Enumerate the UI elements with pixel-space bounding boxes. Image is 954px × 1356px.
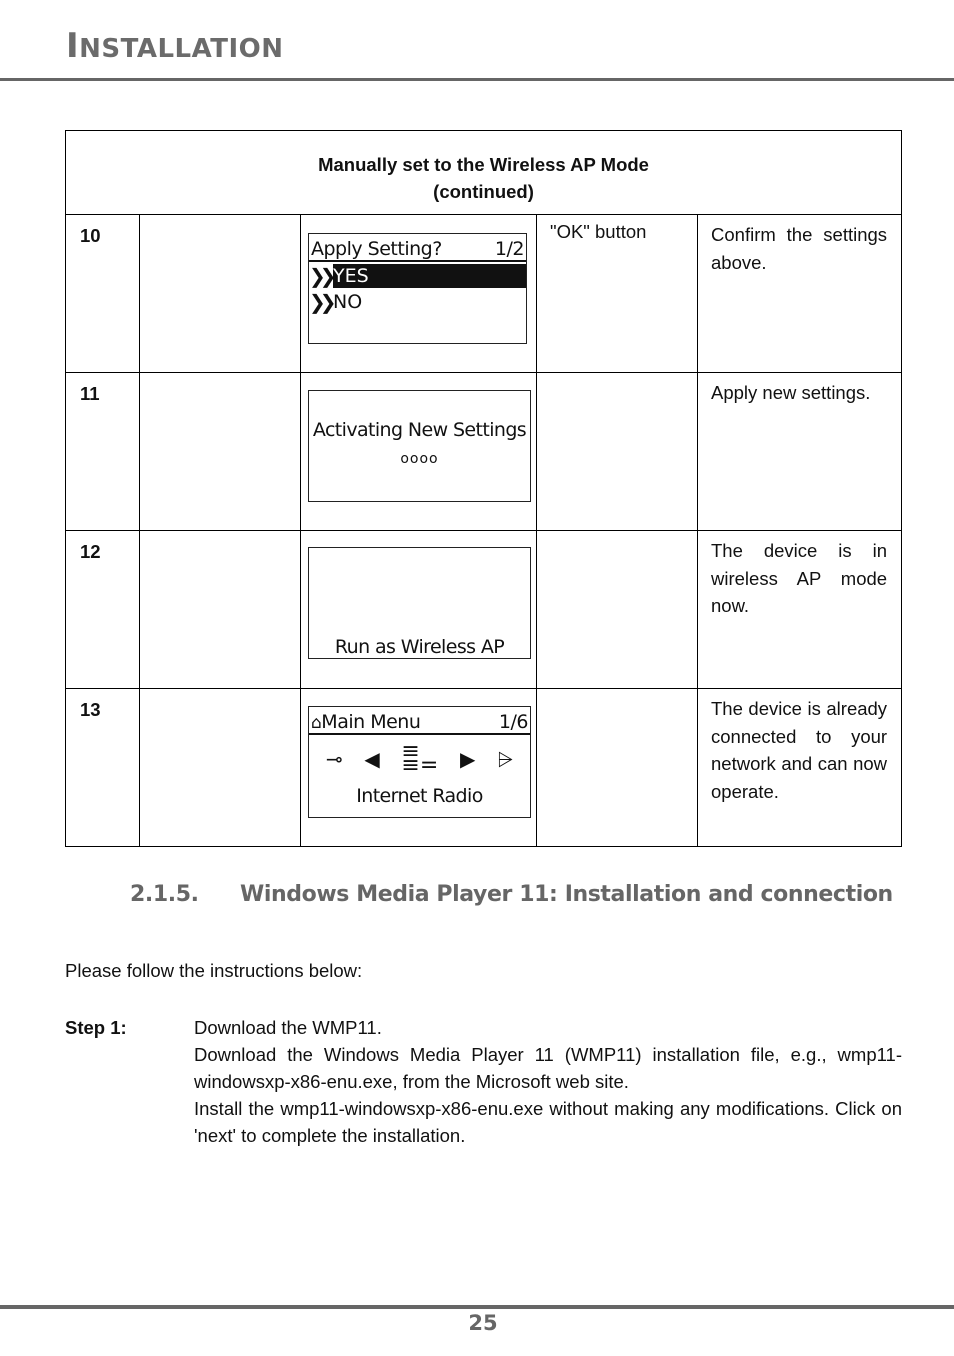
screen-cell: ⌂Main Menu 1/6 ⊸ ◀ ≡ ≡= ▶ ⩥ Internet Radi… bbox=[300, 688, 537, 847]
header-divider bbox=[0, 78, 954, 81]
lcd-title: Main Menu bbox=[321, 711, 421, 733]
lcd-page-indicator: 1/2 bbox=[494, 238, 525, 260]
step-action bbox=[536, 372, 698, 531]
intro-text: Please follow the instructions below: bbox=[65, 960, 363, 981]
screen-cell: Apply Setting? 1/2 ❯❯ YES ❯❯ NO bbox=[300, 214, 537, 373]
lcd-title: Apply Setting? bbox=[311, 238, 442, 260]
empty-cell bbox=[139, 688, 301, 847]
lcd-title-bar: Apply Setting? 1/2 bbox=[309, 234, 526, 262]
lcd-option-label: YES bbox=[333, 265, 369, 287]
lcd-message: Activating New Settings bbox=[312, 419, 527, 441]
step-action: "OK" button bbox=[536, 214, 698, 373]
caption-line-2: (continued) bbox=[433, 181, 534, 202]
lcd-option-label: NO bbox=[333, 291, 363, 313]
lcd-message: Run as Wireless AP bbox=[334, 636, 505, 658]
lcd-screen-activating: Activating New Settings oooo bbox=[308, 390, 531, 502]
empty-cell bbox=[139, 372, 301, 531]
lcd-title-bar: ⌂Main Menu 1/6 bbox=[309, 707, 530, 735]
footer-divider bbox=[0, 1305, 954, 1309]
lcd-option-yes: ❯❯ YES bbox=[309, 264, 526, 288]
table-row: 12 Run as Wireless AP The device is in w… bbox=[65, 530, 903, 689]
page-number: 25 bbox=[468, 1311, 498, 1335]
table-caption: Manually set to the Wireless AP Mode (co… bbox=[64, 130, 903, 215]
step-number: 12 bbox=[65, 530, 140, 689]
lcd-screen-apply-setting: Apply Setting? 1/2 ❯❯ YES ❯❯ NO bbox=[308, 233, 527, 344]
empty-cell bbox=[139, 530, 301, 689]
caption-line-1: Manually set to the Wireless AP Mode bbox=[318, 154, 649, 175]
step-number: 13 bbox=[65, 688, 140, 847]
step-description: Apply new settings. bbox=[696, 372, 903, 531]
lcd-screen-wireless-ap: Run as Wireless AP bbox=[308, 547, 531, 659]
step-description: Confirm the settings above. bbox=[696, 214, 903, 373]
lcd-title-group: ⌂Main Menu bbox=[311, 711, 421, 733]
section-heading: 2.1.5. Windows Media Player 11: Installat… bbox=[130, 882, 893, 907]
double-chevron-icon: ❯❯ bbox=[309, 290, 337, 314]
internet-radio-icon: ≡ ≡= bbox=[401, 739, 439, 778]
lcd-page-indicator: 1/6 bbox=[498, 711, 529, 733]
table-row: 13 ⌂Main Menu 1/6 ⊸ ◀ ≡ ≡= ▶ ⩥ Internet R… bbox=[65, 688, 903, 847]
screen-cell: Activating New Settings oooo bbox=[300, 372, 537, 531]
step-line: Download the Windows Media Player 11 (WM… bbox=[194, 1044, 902, 1092]
step-action bbox=[536, 688, 698, 847]
lcd-progress-dots: oooo bbox=[400, 451, 439, 467]
screen-cell: Run as Wireless AP bbox=[300, 530, 537, 689]
tower-icon: ⩥ bbox=[497, 747, 514, 771]
double-chevron-icon: ❯❯ bbox=[309, 264, 337, 288]
step-label: Step 1: bbox=[65, 1017, 127, 1038]
step-number: 11 bbox=[65, 372, 140, 531]
step-description: The device is in wireless AP mode now. bbox=[696, 530, 903, 689]
lcd-selected-item: Internet Radio bbox=[356, 785, 483, 807]
lcd-option-no: ❯❯ NO bbox=[309, 290, 526, 314]
prev-icon: ◀ bbox=[364, 747, 380, 771]
table-row: 11 Activating New Settings oooo Apply ne… bbox=[65, 372, 903, 531]
table-caption-row: Manually set to the Wireless AP Mode (co… bbox=[64, 130, 903, 215]
step-1-block: Step 1: Download the WMP11. Download the… bbox=[65, 1014, 902, 1149]
next-icon: ▶ bbox=[459, 747, 476, 771]
home-icon: ⌂ bbox=[311, 713, 322, 733]
table-row: 10 Apply Setting? 1/2 ❯❯ YES ❯❯ NO "OK" … bbox=[65, 214, 903, 373]
page-header-title: INSTALLATION bbox=[66, 26, 284, 66]
wireless-ap-steps-table: Manually set to the Wireless AP Mode (co… bbox=[64, 130, 903, 847]
section-number: 2.1.5. bbox=[130, 882, 199, 907]
step-line: Download the WMP11. bbox=[194, 1017, 382, 1038]
step-action bbox=[536, 530, 698, 689]
step-description: The device is already connected to your … bbox=[696, 688, 903, 847]
lcd-screen-main-menu: ⌂Main Menu 1/6 ⊸ ◀ ≡ ≡= ▶ ⩥ Internet Radi… bbox=[308, 706, 531, 818]
empty-cell bbox=[139, 214, 301, 373]
wrench-icon: ⊸ bbox=[325, 747, 343, 771]
step-line: Install the wmp11-windowsxp-x86-enu.exe … bbox=[194, 1098, 902, 1146]
step-body: Download the WMP11. Download the Windows… bbox=[194, 1014, 902, 1149]
step-number: 10 bbox=[65, 214, 140, 373]
header-title-rest: NSTALLATION bbox=[79, 34, 284, 64]
lcd-menu-icons: ⊸ ◀ ≡ ≡= ▶ ⩥ bbox=[309, 735, 530, 783]
header-title-initial: I bbox=[66, 26, 80, 66]
section-title: Windows Media Player 11: Installation an… bbox=[240, 882, 893, 907]
